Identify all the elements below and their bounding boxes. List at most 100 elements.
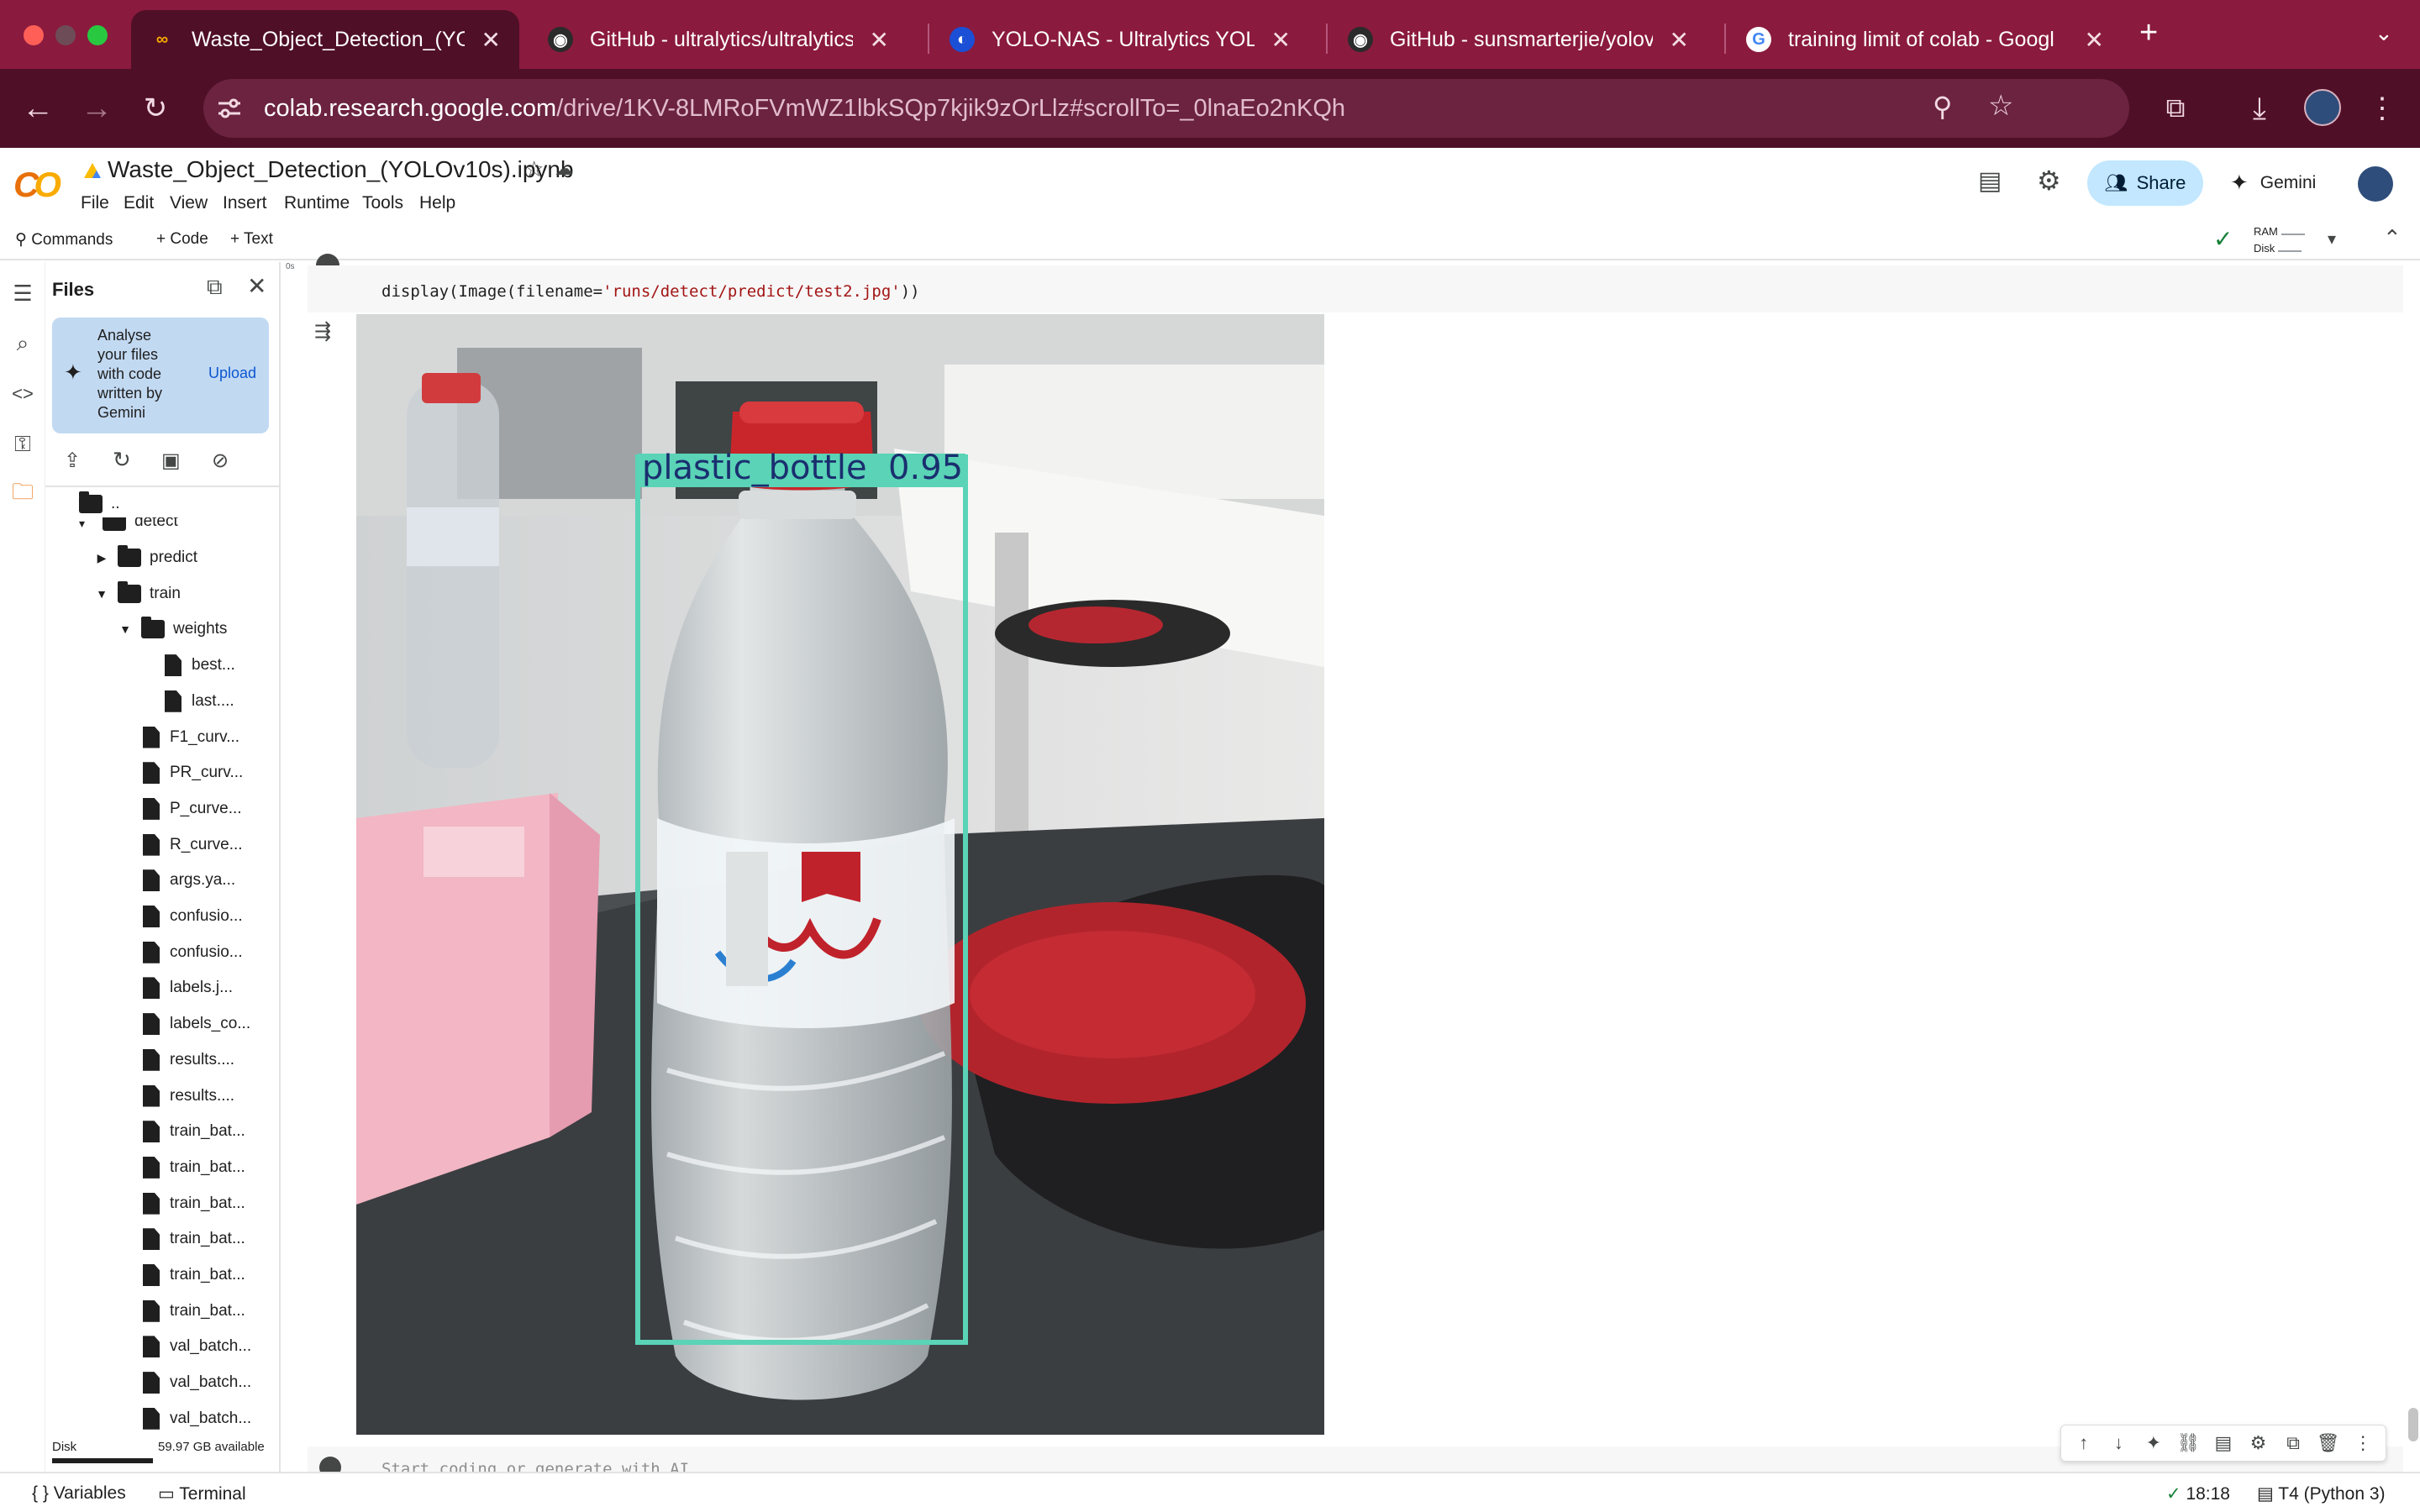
colab-logo[interactable]: CO (13, 165, 61, 205)
reload-icon[interactable]: ↻ (133, 86, 178, 131)
new-tab-plus-icon[interactable]: + (2139, 15, 2158, 51)
tree-item-file[interactable]: args.ya... (143, 864, 235, 897)
tree-item-file[interactable]: val_batch... (143, 1330, 251, 1363)
upload-file-icon[interactable]: ⇪ (64, 449, 81, 473)
refresh-icon[interactable]: ↻ (113, 447, 131, 473)
collapse-arrow-icon[interactable]: ▼ (94, 587, 109, 601)
tree-item-file[interactable]: train_bat... (143, 1222, 245, 1256)
close-tab-icon[interactable]: ✕ (481, 26, 501, 54)
profile-avatar[interactable] (2304, 89, 2341, 126)
runtime-dropdown-icon[interactable]: ▾ (2328, 228, 2336, 249)
expand-arrow-icon[interactable]: ▶ (94, 551, 109, 565)
menu-edit[interactable]: Edit (124, 193, 154, 213)
code-line[interactable]: display(Image(filename='runs/detect/pred… (381, 282, 920, 301)
close-tab-icon[interactable]: ✕ (2085, 26, 2104, 54)
tree-item-file[interactable]: F1_curv... (143, 721, 239, 754)
table-of-contents-icon[interactable]: ☰ (5, 276, 40, 311)
menu-insert[interactable]: Insert (223, 193, 267, 213)
tree-item-file[interactable]: confusio... (143, 936, 243, 969)
tree-item-file[interactable]: labels.j... (143, 971, 233, 1005)
menu-file[interactable]: File (81, 193, 109, 213)
collapse-arrow-icon[interactable]: ▼ (118, 622, 133, 636)
menu-view[interactable]: View (170, 193, 208, 213)
tab-github-ultralytics[interactable]: ◉ GitHub - ultralytics/ultralytics ✕ (529, 10, 908, 69)
mount-drive-icon[interactable]: ▣ (161, 449, 181, 473)
browser-menu-icon[interactable]: ⋮ (2360, 86, 2405, 131)
resource-monitor[interactable]: RAM Disk (2254, 223, 2305, 257)
tree-item-file[interactable]: confusio... (143, 900, 243, 933)
settings-gear-icon[interactable]: ⚙ (2244, 1432, 2274, 1454)
tab-yolo-nas[interactable]: ◐ YOLO-NAS - Ultralytics YOLO ✕ (931, 10, 1309, 69)
back-arrow-icon[interactable]: ← (15, 86, 60, 131)
tab-search-chevron-icon[interactable]: ⌄ (2375, 20, 2393, 46)
close-tab-icon[interactable]: ✕ (1271, 26, 1291, 54)
menu-runtime[interactable]: Runtime (284, 193, 350, 213)
menu-help[interactable]: Help (419, 193, 455, 213)
tree-item-file[interactable]: results.... (143, 1079, 234, 1113)
runtime-info[interactable]: ▤ T4 (Python 3) (2257, 1483, 2386, 1504)
download-icon[interactable]: ⤓ (2237, 86, 2282, 131)
delete-icon[interactable]: 🗑︎ (2313, 1432, 2344, 1454)
close-tab-icon[interactable]: ✕ (1670, 26, 1689, 54)
collapse-header-icon[interactable]: ⌃ (2383, 225, 2402, 251)
tree-item-file[interactable]: train_bat... (143, 1187, 245, 1221)
tab-google-search[interactable]: G training limit of colab - Googl ✕ (1728, 10, 2123, 69)
add-text-button[interactable]: + Text (230, 230, 273, 249)
tree-item-file[interactable]: val_batch... (143, 1366, 251, 1399)
add-code-button[interactable]: + Code (156, 230, 208, 249)
link-icon[interactable]: ⛓ (2173, 1432, 2203, 1454)
tree-item-file[interactable]: train_bat... (143, 1294, 245, 1328)
account-avatar[interactable] (2358, 166, 2393, 202)
star-notebook-icon[interactable]: ☆ (524, 156, 544, 182)
forward-arrow-icon[interactable]: → (74, 86, 119, 131)
more-options-icon[interactable]: ⋮ (2348, 1432, 2378, 1454)
tree-item-file[interactable]: train_bat... (143, 1151, 245, 1184)
hide-files-icon[interactable]: ⊘ (212, 449, 229, 473)
extensions-puzzle-icon[interactable]: ⧉ (2153, 86, 2198, 131)
upload-link[interactable]: Upload (208, 365, 256, 382)
tree-parent-dir[interactable]: .. (79, 487, 120, 521)
output-actions-icon[interactable]: ⇶ (314, 319, 331, 344)
comments-icon[interactable]: ▤ (1978, 166, 2002, 196)
mirror-cell-icon[interactable]: ⧉ (2278, 1432, 2308, 1454)
settings-gear-icon[interactable]: ⚙ (2037, 165, 2061, 197)
tree-item-file[interactable]: train_bat... (143, 1115, 245, 1148)
gemini-button[interactable]: ✦ Gemini (2230, 170, 2316, 196)
code-snippets-icon[interactable]: <> (5, 376, 40, 412)
tree-item-file[interactable]: val_batch... (143, 1402, 251, 1436)
minimize-window-button[interactable] (55, 25, 76, 45)
tree-item-folder[interactable]: ▼ train (94, 577, 181, 611)
files-folder-icon[interactable]: 🗀︎ (5, 477, 40, 512)
tree-item-folder[interactable]: ▼ weights (118, 612, 227, 646)
secrets-key-icon[interactable]: ⚿ (5, 427, 40, 462)
find-replace-icon[interactable]: ⌕ (5, 326, 40, 361)
close-panel-icon[interactable]: ✕ (247, 272, 266, 300)
scrollbar-thumb[interactable] (2408, 1408, 2418, 1441)
cloud-saved-icon[interactable]: ☁ (555, 158, 573, 180)
address-bar[interactable]: colab.research.google.com/drive/1KV-8LMR… (203, 79, 2129, 138)
move-cell-up-icon[interactable]: ↑ (2069, 1432, 2099, 1454)
tree-item-file[interactable]: labels_co... (143, 1007, 250, 1041)
last-run-time[interactable]: ✓ 18:18 (2166, 1483, 2230, 1504)
tab-colab-notebook[interactable]: ∞ Waste_Object_Detection_(YO ✕ (131, 10, 519, 69)
comment-icon[interactable]: ▤ (2208, 1432, 2238, 1454)
maximize-window-button[interactable] (87, 25, 108, 45)
close-window-button[interactable] (24, 25, 44, 45)
tree-item-file[interactable]: results.... (143, 1043, 234, 1077)
open-in-tab-icon[interactable]: ⧉ (207, 274, 223, 301)
tree-item-file[interactable]: train_bat... (143, 1258, 245, 1292)
menu-tools[interactable]: Tools (362, 193, 403, 213)
code-cell[interactable]: display(Image(filename='runs/detect/pred… (308, 265, 2403, 312)
notebook-title[interactable]: Waste_Object_Detection_(YOLOv10s).ipynb (108, 156, 574, 183)
site-info-icon[interactable] (217, 97, 242, 119)
close-tab-icon[interactable]: ✕ (870, 26, 889, 54)
tab-github-sunsmarterjie[interactable]: ◉ GitHub - sunsmarterjie/yolov1 ✕ (1329, 10, 1707, 69)
tree-item-file[interactable]: R_curve... (143, 828, 243, 862)
tree-item-file[interactable]: best... (165, 648, 235, 682)
zoom-icon[interactable]: ⚲ (1933, 91, 1952, 123)
variables-button[interactable]: { } Variables (32, 1483, 126, 1504)
gemini-sparkle-icon[interactable]: ✦ (2139, 1432, 2169, 1454)
terminal-button[interactable]: ▭ Terminal (158, 1483, 246, 1504)
tree-item-folder[interactable]: ▶ predict (94, 541, 197, 575)
share-button[interactable]: 👥︎ Share (2087, 160, 2203, 206)
